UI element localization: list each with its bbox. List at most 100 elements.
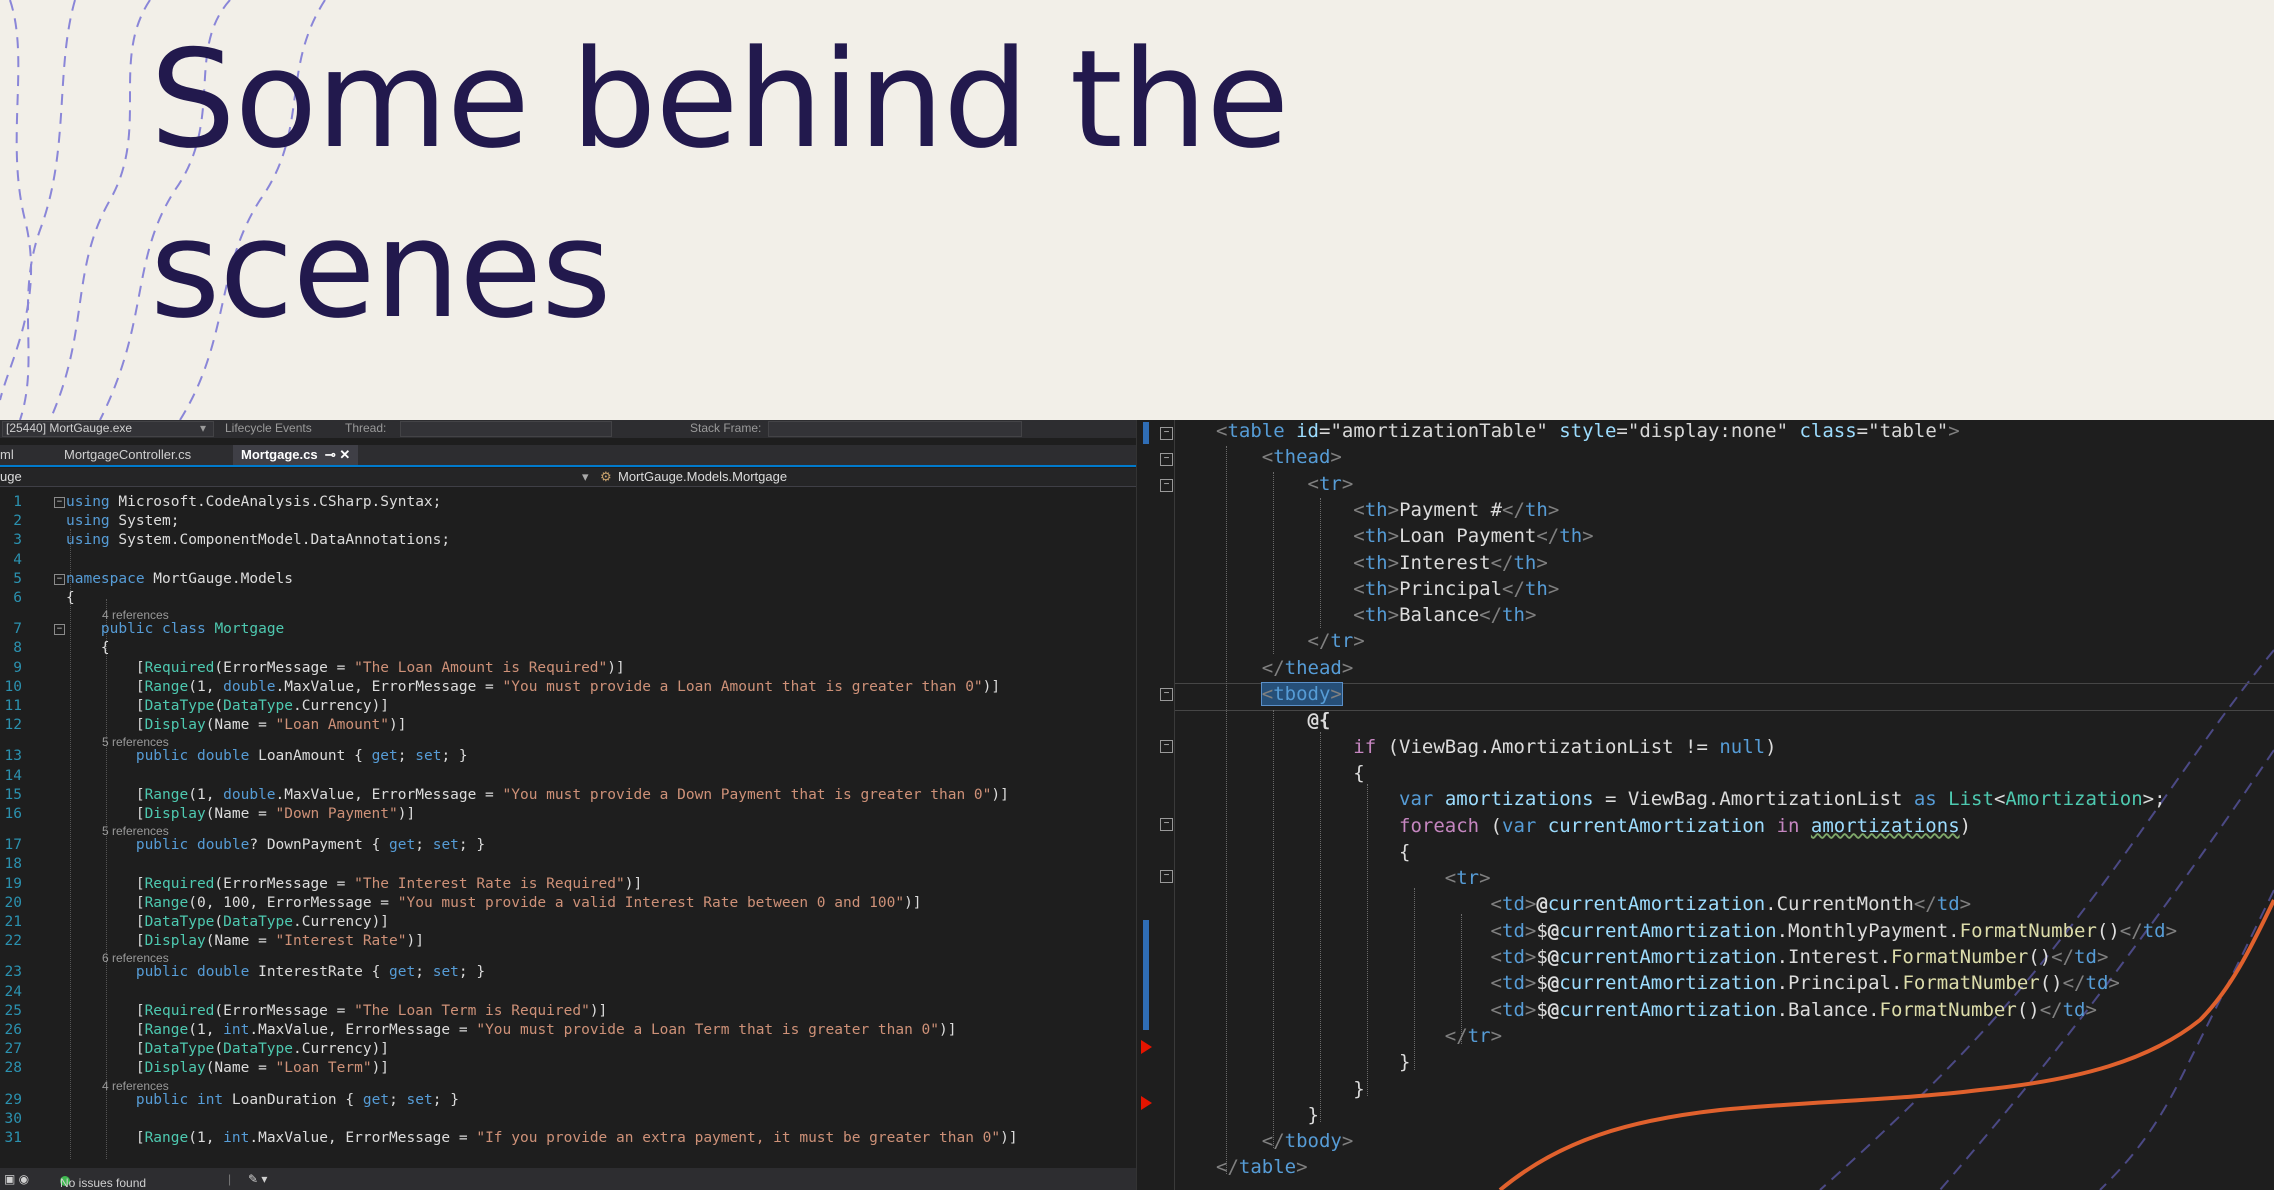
code-line: </tbody> [1160,1128,2274,1154]
line-number: 8 [13,640,22,657]
code-text: [Display(Name = "Down Payment")] [66,806,416,822]
line-number: 5 [13,570,22,587]
code-line: 18 [0,855,1136,873]
code-line: 17 public double? DownPayment { get; set… [0,836,1136,854]
code-text: <th>Interest</th> [1353,551,1548,574]
code-text: <td>@currentAmortization.CurrentMonth</t… [1490,893,1972,916]
code-line: <th>Loan Payment</th> [1160,523,2274,549]
code-line: 30 [0,1110,1136,1128]
code-line: <td>$@currentAmortization.MonthlyPayment… [1160,918,2274,944]
thread-dropdown[interactable] [400,421,612,437]
code-line: var amortizations = ViewBag.Amortization… [1160,786,2274,812]
code-text: <td>$@currentAmortization.Balance.Format… [1490,998,2097,1021]
code-line: <th>Interest</th> [1160,550,2274,576]
code-text: </tr> [1307,630,1365,653]
fold-toggle[interactable]: − [54,573,65,585]
code-text: [Display(Name = "Loan Amount")] [66,717,407,734]
zoom-indicator[interactable]: ▣ ◉ [4,1172,29,1186]
right-code-area[interactable]: <table id="amortizationTable" style="dis… [1160,420,2274,1190]
tab-mortgage-controller[interactable]: MortgageController.cs [64,445,191,465]
stack-frame-dropdown[interactable] [768,421,1022,437]
tab-mortgage-cs[interactable]: Mortgage.cs ⊸ ✕ [233,445,359,465]
left-editor-pane: [25440] MortGauge.exe ▾ Lifecycle Events… [0,420,1136,1190]
line-number: 22 [4,933,22,950]
code-line: 8 { [0,639,1136,657]
chevron-down-icon: ▾ [200,421,207,435]
code-line: <td>$@currentAmortization.Balance.Format… [1160,997,2274,1023]
code-line: { [1160,839,2274,865]
code-line: <td>$@currentAmortization.Principal.Form… [1160,970,2274,996]
code-line: <tbody> [1160,681,2274,707]
code-text: } [1216,1103,1319,1126]
code-line: </tr> [1160,1023,2274,1049]
code-line: 4 [0,551,1136,569]
class-path-dropdown[interactable]: MortGauge.Models.Mortgage [618,469,787,484]
editor-tab-bar: ml MortgageController.cs Mortgage.cs ⊸ ✕ [0,445,1136,467]
code-text: </tbody> [1261,1130,1354,1153]
tab-ml[interactable]: ml [0,445,14,465]
code-line: 24 [0,983,1136,1001]
code-line: 15 [Range(1, double.MaxValue, ErrorMessa… [0,786,1136,804]
code-line: <th>Payment #</th> [1160,497,2274,523]
change-marker [1143,422,1149,444]
code-line: 23 public double InterestRate { get; set… [0,963,1136,981]
editor-status-bar: ▣ ◉ No issues found | ✎ ▾ [0,1168,1136,1190]
code-line: 16 [Display(Name = "Down Payment")] [0,805,1136,823]
code-line: 19 [Required(ErrorMessage = "The Interes… [0,875,1136,893]
line-number: 23 [4,964,22,981]
code-line: </thead> [1160,655,2274,681]
code-text: [Required(ErrorMessage = "The Loan Term … [66,1002,608,1019]
breakpoint-marker-icon [1141,1040,1152,1054]
slide-title-line-1: Some behind the [150,21,1289,178]
brush-icon[interactable]: ✎ ▾ [248,1172,267,1186]
code-line: 20 [Range(0, 100, ErrorMessage = "You mu… [0,894,1136,912]
line-number: 4 [13,551,22,568]
code-text: <tbody> [1260,682,1343,706]
code-text: [Required(ErrorMessage = "The Loan Amoun… [66,659,625,676]
line-number: 21 [4,914,22,930]
navigation-bar: uge ▾ ⚙ MortGauge.Models.Mortgage [0,468,1136,487]
code-text: <thead> [1261,446,1342,469]
code-line: <th>Balance</th> [1160,602,2274,628]
line-number: 2 [13,513,22,530]
line-number: 6 [13,590,22,606]
code-text: <tr> [1444,867,1491,890]
code-line: @{ [1160,707,2274,733]
code-text: <tr> [1307,472,1354,495]
code-text: <td>$@currentAmortization.MonthlyPayment… [1490,919,2178,942]
line-number: 7 [13,621,22,638]
line-number: 26 [4,1022,22,1038]
left-code-area[interactable]: 1 using Microsoft.CodeAnalysis.CSharp.Syn… [0,493,1136,1161]
code-line: 14 [0,767,1136,785]
code-line: 28 [Display(Name = "Loan Term")] [0,1059,1136,1077]
code-line: </table> [1160,1154,2274,1180]
line-number: 27 [4,1041,22,1058]
pin-icon[interactable]: ⊸ [325,447,336,462]
code-text: var amortizations = ViewBag.Amortization… [1399,788,2166,811]
debug-toolbar: [25440] MortGauge.exe ▾ Lifecycle Events… [0,420,1136,438]
code-line: 31 [Range(1, int.MaxValue, ErrorMessage … [0,1129,1136,1147]
code-line: } [1160,1076,2274,1102]
code-text: { [1216,840,1411,863]
code-line: <td>@currentAmortization.CurrentMonth</t… [1160,891,2274,917]
code-line: 27 [DataType(DataType.Currency)] [0,1040,1136,1058]
fold-toggle[interactable]: − [54,624,65,636]
code-line: 1 using Microsoft.CodeAnalysis.CSharp.Syn… [0,493,1136,511]
project-dropdown[interactable]: uge [0,469,22,484]
code-text: foreach (var currentAmortization in amor… [1399,814,1972,837]
code-text: [Required(ErrorMessage = "The Interest R… [66,875,643,892]
line-number: 16 [4,806,22,822]
close-icon[interactable]: ✕ [339,447,350,462]
line-number: 20 [4,894,22,911]
code-text: <th>Payment #</th> [1353,498,1560,521]
fold-toggle[interactable]: − [54,497,65,508]
thread-label: Thread: [345,421,387,435]
tab-mortgage-cs-label: Mortgage.cs [241,447,318,462]
left-editor-scrollbar[interactable] [1136,420,1161,1190]
code-text: [Display(Name = "Loan Term")] [66,1060,390,1077]
code-text: </thead> [1261,656,1354,679]
code-line: 9 [Required(ErrorMessage = "The Loan Amo… [0,659,1136,677]
process-selector-label: [25440] MortGauge.exe [6,421,133,435]
code-line: 21 [DataType(DataType.Currency)] [0,913,1136,931]
breakpoint-marker-icon [1141,1096,1152,1110]
